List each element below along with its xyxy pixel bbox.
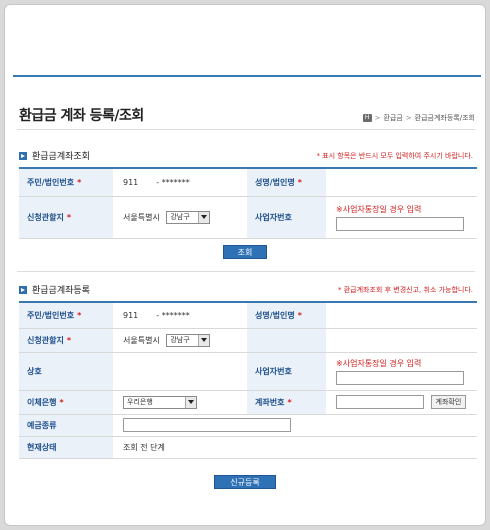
window-frame: 환급금 계좌 등록/조회 H > 환급금 > 환급금계좌등록/조회 환급금계좌조… — [4, 4, 486, 526]
register-notice: * 환급계좌조회 후 변경신고, 취소 가능합니다. — [338, 286, 473, 294]
office-label: 신청관할지 * — [19, 196, 113, 239]
name-label: 성명/법인명 * — [247, 302, 326, 329]
account-value: 계좌확인 — [326, 390, 477, 415]
office-label: 신청관할지 * — [19, 328, 113, 353]
account-input[interactable] — [336, 395, 424, 409]
id-value[interactable]: 911- ******* — [113, 168, 247, 197]
section-bullet-icon — [19, 285, 27, 294]
chevron-down-icon — [198, 211, 210, 223]
empty-cell — [247, 328, 326, 353]
register-form: 주민/법인번호 * 911- ******* 성명/법인명 * 신청관할지 * 서울특… — [19, 301, 477, 459]
chevron-right-icon: > — [374, 114, 381, 122]
bank-select[interactable]: 우리은행 — [123, 395, 197, 409]
company-value — [113, 352, 247, 391]
office-value: 서울특별시 강남구 — [113, 328, 247, 353]
bizno-value: ※사업자통장일 경우 입력 — [326, 352, 477, 391]
home-icon[interactable]: H — [362, 114, 372, 122]
inquiry-button[interactable]: 조회 — [223, 245, 267, 259]
id-label: 주민/법인번호 * — [19, 302, 113, 329]
bizno-value: ※사업자통장일 경우 입력 — [326, 196, 477, 239]
name-value — [326, 168, 477, 197]
name-value — [326, 302, 477, 329]
account-check-button[interactable]: 계좌확인 — [430, 395, 467, 409]
inquiry-notice: * 표시 항목은 반드시 모두 입력하여 주시기 바랍니다. — [316, 152, 473, 160]
page-title: 환급금 계좌 등록/조회 — [19, 108, 144, 124]
breadcrumb-item[interactable]: 환급금 — [383, 113, 402, 123]
bizno-input[interactable] — [336, 370, 464, 385]
inquiry-form: 주민/법인번호 * 911- ******* 성명/법인명 * 신청관할지 * 서울특… — [19, 167, 477, 239]
chevron-down-icon — [185, 396, 196, 408]
inquiry-heading: 환급금계좌조회 — [19, 149, 90, 162]
district-select[interactable]: 강남구 — [166, 210, 211, 224]
office-value: 서울특별시 강남구 — [113, 196, 247, 239]
breadcrumb-item: 환급금계좌등록/조회 — [414, 114, 475, 122]
bank-label: 이체은행 * — [19, 390, 113, 415]
bizno-label: 사업자번호 — [247, 352, 326, 391]
bank-value: 우리은행 — [113, 390, 247, 415]
top-banner — [13, 5, 481, 77]
account-label: 계좌번호 * — [247, 390, 326, 415]
title-divider — [17, 129, 475, 130]
chevron-down-icon — [198, 334, 210, 346]
status-value: 조회 전 단계 — [113, 436, 477, 459]
section-divider — [17, 271, 475, 272]
deposit-label: 예금종류 — [19, 414, 113, 437]
empty-cell — [326, 328, 477, 353]
bizno-hint: ※사업자통장일 경우 입력 — [336, 204, 422, 214]
office-city: 서울특별시 — [123, 212, 160, 222]
chevron-right-icon: > — [405, 114, 412, 122]
inquiry-heading-text: 환급금계좌조회 — [32, 152, 90, 162]
bizno-input[interactable] — [336, 216, 464, 231]
bizno-label: 사업자번호 — [247, 196, 326, 239]
section-bullet-icon — [19, 151, 27, 160]
deposit-input[interactable] — [123, 418, 291, 432]
breadcrumb: H > 환급금 > 환급금계좌등록/조회 — [362, 113, 475, 123]
register-heading-text: 환급금계좌등록 — [32, 286, 90, 296]
register-heading: 환급금계좌등록 — [19, 283, 90, 296]
bizno-hint: ※사업자통장일 경우 입력 — [336, 358, 422, 368]
register-button[interactable]: 신규등록 — [214, 475, 276, 489]
name-label: 성명/법인명 * — [247, 168, 326, 197]
office-city: 서울특별시 — [123, 335, 160, 345]
id-label: 주민/법인번호 * — [19, 168, 113, 197]
status-label: 현재상태 — [19, 436, 113, 459]
id-value[interactable]: 911- ******* — [113, 302, 247, 329]
deposit-value — [113, 414, 477, 437]
company-label: 상호 — [19, 352, 113, 391]
district-select[interactable]: 강남구 — [166, 333, 211, 347]
